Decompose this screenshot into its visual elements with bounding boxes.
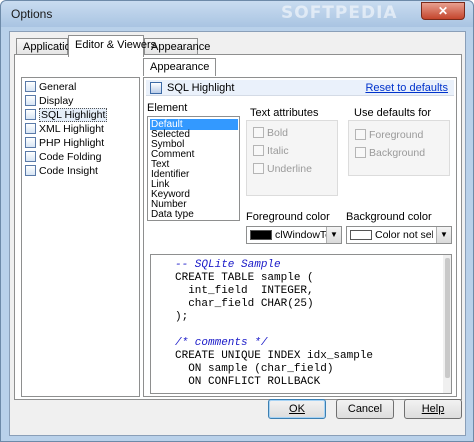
foreground-color-select[interactable]: clWindowText ▼	[246, 226, 342, 244]
tree-item-sql-highlight[interactable]: SQL Highlight	[25, 108, 137, 123]
chevron-down-icon[interactable]: ▼	[436, 227, 451, 243]
cancel-button[interactable]: Cancel	[336, 399, 394, 419]
chevron-down-icon[interactable]: ▼	[326, 227, 341, 243]
element-label: Element	[147, 102, 188, 114]
checkbox-box[interactable]	[253, 145, 264, 156]
code-line: -- SQLite Sample	[175, 259, 281, 271]
text-attributes-label: Text attributes	[250, 107, 319, 119]
bold-checkbox[interactable]: Bold	[253, 127, 288, 139]
use-defaults-group: Foreground Background	[348, 120, 450, 176]
text-attributes-group: Bold Italic Underline	[246, 120, 338, 196]
background-color-select[interactable]: Color not selected ▼	[346, 226, 452, 244]
color-swatch	[350, 230, 372, 240]
tree-item-xml-highlight[interactable]: XML Highlight	[25, 123, 137, 137]
tree-item-general[interactable]: General	[25, 81, 137, 95]
highlight-icon	[25, 123, 36, 134]
options-window: Options SOFTPEDIA ✕ Application Editor &…	[0, 0, 474, 442]
foreground-color-label: Foreground color	[246, 211, 330, 223]
panel-title: SQL Highlight	[167, 82, 235, 94]
code-line: CREATE UNIQUE INDEX idx_sample	[175, 350, 374, 362]
window-title: Options	[11, 7, 53, 21]
panel-header: SQL Highlight Reset to defaults	[146, 80, 454, 96]
tree-item-php-highlight[interactable]: PHP Highlight	[25, 137, 137, 151]
sql-highlight-panel: SQL Highlight Reset to defaults Element …	[143, 77, 457, 397]
scrollbar-thumb[interactable]	[445, 258, 450, 378]
tab-editor-viewers[interactable]: Editor & Viewers	[68, 35, 156, 57]
tree-item-display[interactable]: Display	[25, 95, 137, 109]
highlight-icon	[25, 137, 36, 148]
use-defaults-label: Use defaults for	[354, 107, 432, 119]
dialog-client: Application Editor & Viewers Appearance …	[9, 31, 466, 436]
settings-tree: General Display SQL Highlight XML Highli…	[21, 77, 140, 397]
page-icon	[25, 81, 36, 92]
checkbox-box[interactable]	[253, 127, 264, 138]
color-swatch	[250, 230, 272, 240]
tree-item-code-folding[interactable]: Code Folding	[25, 151, 137, 165]
watermark: SOFTPEDIA	[281, 3, 398, 23]
code-line: int_field INTEGER,	[175, 285, 314, 297]
insight-icon	[25, 165, 36, 176]
tab-content: General Display SQL Highlight XML Highli…	[14, 54, 462, 400]
foreground-default-checkbox[interactable]: Foreground	[355, 129, 423, 141]
ok-button[interactable]: OK	[268, 399, 326, 419]
close-button[interactable]: ✕	[421, 2, 465, 20]
checkbox-box[interactable]	[355, 129, 366, 140]
tab-appearance-sub[interactable]: Appearance	[143, 58, 217, 76]
code-line: CREATE TABLE sample (	[175, 272, 314, 284]
title-bar[interactable]: Options SOFTPEDIA ✕	[1, 1, 473, 27]
element-list[interactable]: Default Selected Symbol Comment Text Ide…	[147, 116, 240, 221]
highlight-icon	[25, 109, 36, 120]
code-line: ON CONFLICT ROLLBACK	[175, 376, 321, 388]
checkbox-box[interactable]	[253, 163, 264, 174]
code-line: char_field CHAR(25)	[175, 298, 314, 310]
help-button[interactable]: Help	[404, 399, 462, 419]
highlight-icon	[150, 82, 162, 94]
folding-icon	[25, 151, 36, 162]
background-default-checkbox[interactable]: Background	[355, 147, 425, 159]
page-icon	[25, 95, 36, 106]
reset-defaults-link[interactable]: Reset to defaults	[365, 82, 448, 94]
editor-scrollbar[interactable]	[443, 255, 451, 393]
code-line: ON sample (char_field)	[175, 363, 334, 375]
checkbox-box[interactable]	[355, 147, 366, 158]
list-item[interactable]: Data type	[150, 209, 238, 220]
sql-preview-editor[interactable]: -- SQLite Sample CREATE TABLE sample ( i…	[150, 254, 452, 394]
code-line: /* comments */	[175, 337, 268, 349]
underline-checkbox[interactable]: Underline	[253, 163, 312, 175]
italic-checkbox[interactable]: Italic	[253, 145, 289, 157]
tree-item-code-insight[interactable]: Code Insight	[25, 165, 137, 179]
code-line: );	[175, 311, 189, 323]
background-color-label: Background color	[346, 211, 432, 223]
